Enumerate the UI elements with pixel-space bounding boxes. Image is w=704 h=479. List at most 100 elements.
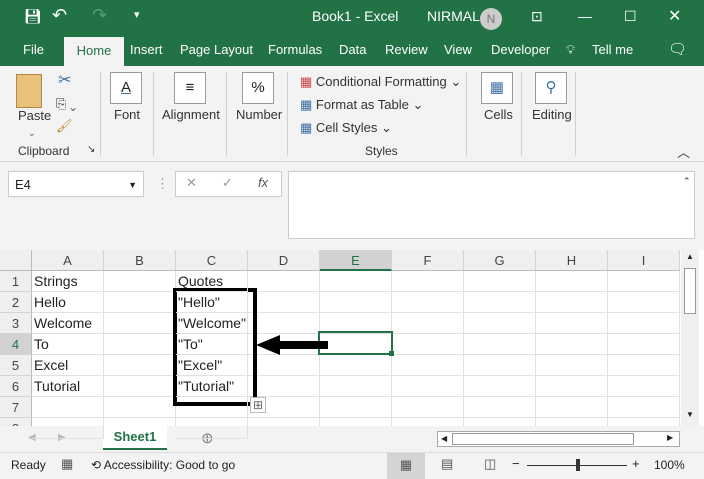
cell-H6[interactable]: [536, 376, 608, 397]
insert-function-button[interactable]: fx: [258, 175, 268, 190]
cell-D3[interactable]: [248, 313, 320, 334]
cancel-icon[interactable]: ✕: [186, 175, 197, 191]
cell-G1[interactable]: [464, 271, 536, 292]
zoom-in-icon[interactable]: +: [632, 456, 640, 471]
number-icon[interactable]: %: [242, 72, 274, 104]
row-header-4[interactable]: 4: [0, 334, 32, 355]
cells-button[interactable]: Cells: [484, 107, 513, 122]
row-header-2[interactable]: 2: [0, 292, 32, 313]
cell-A2[interactable]: Hello: [32, 292, 104, 313]
scroll-thumb[interactable]: [684, 268, 696, 314]
tab-insert[interactable]: Insert: [130, 42, 163, 57]
format-painter-icon[interactable]: 🖌︎: [56, 118, 73, 134]
row-header-7[interactable]: 7: [0, 397, 32, 418]
tell-me[interactable]: Tell me: [592, 42, 633, 57]
horizontal-scrollbar[interactable]: ◀: [437, 431, 680, 447]
cells-icon[interactable]: ▦: [481, 72, 513, 104]
cell-G2[interactable]: [464, 292, 536, 313]
tab-review[interactable]: Review: [385, 42, 428, 57]
cell-A1[interactable]: Strings: [32, 271, 104, 292]
paste-options-icon[interactable]: ⊞: [250, 397, 266, 413]
close-icon[interactable]: ✕: [668, 6, 681, 26]
page-layout-view-icon[interactable]: ▤: [441, 456, 453, 472]
cell-H2[interactable]: [536, 292, 608, 313]
cell-G6[interactable]: [464, 376, 536, 397]
cell-I1[interactable]: [608, 271, 680, 292]
cell-F6[interactable]: [392, 376, 464, 397]
minimize-icon[interactable]: —: [578, 8, 592, 24]
column-header-A[interactable]: A: [32, 250, 104, 271]
cell-I6[interactable]: [608, 376, 680, 397]
column-header-E[interactable]: E: [320, 250, 392, 271]
page-break-view-icon[interactable]: ◫: [484, 456, 496, 472]
collapse-ribbon-icon[interactable]: ︿: [677, 142, 690, 161]
cell-C6[interactable]: "Tutorial": [176, 376, 248, 397]
cell-H5[interactable]: [536, 355, 608, 376]
tab-file[interactable]: File: [23, 42, 44, 57]
font-button[interactable]: Font: [114, 107, 140, 122]
cell-D5[interactable]: [248, 355, 320, 376]
cell-H1[interactable]: [536, 271, 608, 292]
cell-F2[interactable]: [392, 292, 464, 313]
cell-B5[interactable]: [104, 355, 176, 376]
cell-G4[interactable]: [464, 334, 536, 355]
column-header-F[interactable]: F: [392, 250, 464, 271]
formula-input[interactable]: [288, 171, 695, 239]
cell-I2[interactable]: [608, 292, 680, 313]
row-header-5[interactable]: 5: [0, 355, 32, 376]
macro-icon[interactable]: ▦: [61, 456, 73, 472]
paste-icon[interactable]: [16, 74, 42, 108]
enter-icon[interactable]: ✓: [222, 175, 233, 191]
select-all-button[interactable]: [0, 250, 32, 271]
accessibility-status[interactable]: ⟲ Accessibility: Good to go: [91, 458, 235, 472]
tab-formulas[interactable]: Formulas: [268, 42, 322, 57]
cell-H4[interactable]: [536, 334, 608, 355]
column-header-B[interactable]: B: [104, 250, 176, 271]
cell-B6[interactable]: [104, 376, 176, 397]
cell-C7[interactable]: [176, 397, 248, 418]
cell-I5[interactable]: [608, 355, 680, 376]
row-header-6[interactable]: 6: [0, 376, 32, 397]
cell-C4[interactable]: "To": [176, 334, 248, 355]
cell-D1[interactable]: [248, 271, 320, 292]
cell-H7[interactable]: [536, 397, 608, 418]
format-as-table-button[interactable]: ▦ Format as Table ⌄: [300, 97, 423, 113]
cell-E2[interactable]: [320, 292, 392, 313]
column-header-D[interactable]: D: [248, 250, 320, 271]
cut-icon[interactable]: ✂: [58, 70, 71, 90]
search-icon[interactable]: ⚲: [535, 72, 567, 104]
cell-A7[interactable]: [32, 397, 104, 418]
column-header-C[interactable]: C: [176, 250, 248, 271]
cell-G7[interactable]: [464, 397, 536, 418]
zoom-slider-thumb[interactable]: [576, 459, 580, 471]
cell-A3[interactable]: Welcome: [32, 313, 104, 334]
cell-A4[interactable]: To: [32, 334, 104, 355]
cell-H3[interactable]: [536, 313, 608, 334]
cell-I7[interactable]: [608, 397, 680, 418]
cell-A5[interactable]: Excel: [32, 355, 104, 376]
cell-F3[interactable]: [392, 313, 464, 334]
comments-icon[interactable]: 🗨︎: [668, 40, 687, 58]
cell-B7[interactable]: [104, 397, 176, 418]
cell-E7[interactable]: [320, 397, 392, 418]
cell-A8[interactable]: [32, 418, 104, 439]
zoom-out-icon[interactable]: −: [512, 456, 520, 471]
column-header-I[interactable]: I: [608, 250, 680, 271]
expand-formula-bar-icon[interactable]: ⌃: [683, 176, 691, 187]
tab-page-layout[interactable]: Page Layout: [180, 42, 253, 57]
row-header-1[interactable]: 1: [0, 271, 32, 292]
alignment-icon[interactable]: ≡: [174, 72, 206, 104]
cell-I4[interactable]: [608, 334, 680, 355]
cell-E5[interactable]: [320, 355, 392, 376]
cell-B1[interactable]: [104, 271, 176, 292]
cell-B3[interactable]: [104, 313, 176, 334]
cell-B2[interactable]: [104, 292, 176, 313]
cell-G5[interactable]: [464, 355, 536, 376]
cell-D2[interactable]: [248, 292, 320, 313]
cell-F5[interactable]: [392, 355, 464, 376]
conditional-formatting-button[interactable]: ▦ Conditional Formatting ⌄: [300, 74, 461, 90]
tab-home[interactable]: Home: [64, 37, 124, 67]
cell-styles-button[interactable]: ▦ Cell Styles ⌄: [300, 120, 392, 136]
paste-button[interactable]: Paste: [18, 108, 51, 123]
cell-B4[interactable]: [104, 334, 176, 355]
